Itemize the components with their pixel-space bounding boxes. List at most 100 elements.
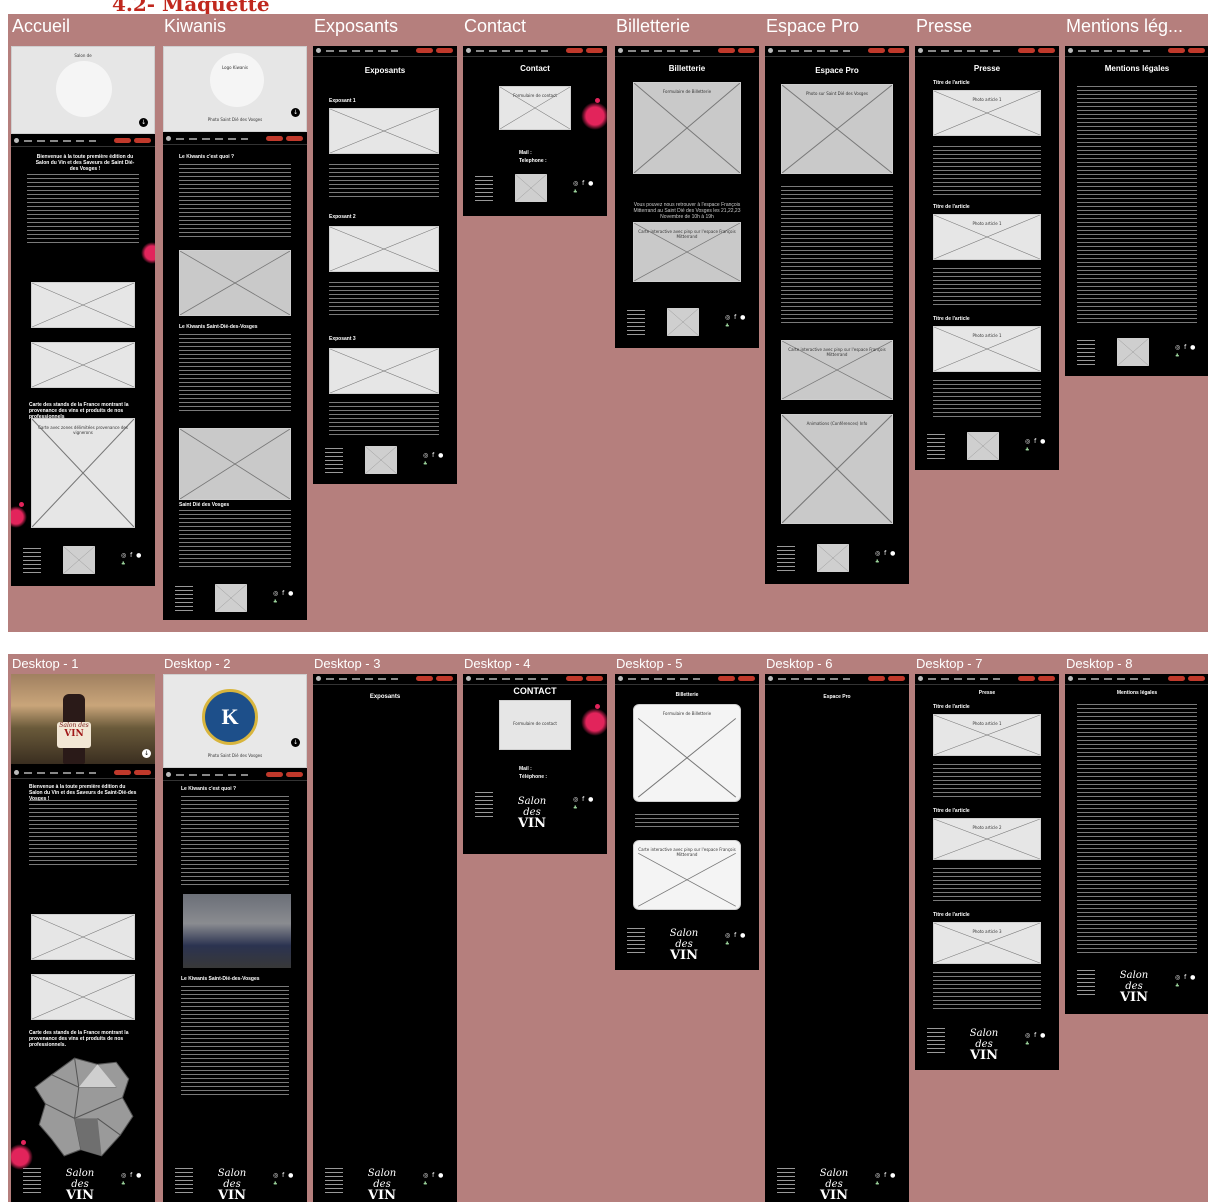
footer: Salon des VIN ◎ f ● ♣ [463,790,607,840]
frame-label: Presse [916,16,973,36]
ticket-icon[interactable]: ♣ [273,1181,277,1187]
body-text [933,268,1041,308]
social-icons[interactable]: ◎ f ● [1175,344,1196,351]
navbar [463,674,607,685]
contact-form-placeholder[interactable]: Formulaire de contact [499,700,571,750]
frame-label: Espace Pro [766,16,860,36]
hero-photo: Salon des VIN ↓ [11,674,155,764]
social-icons[interactable]: ◎ f ● [121,1172,142,1179]
frame-label: Desktop - 3 [314,656,381,671]
salon-logo: Salon des VIN [969,1028,999,1063]
body-text [179,510,291,570]
scroll-down-icon[interactable]: ↓ [291,108,300,117]
social-icons[interactable]: ◎ f ● [121,552,142,559]
social-icons[interactable]: ◎ f ● [1175,974,1196,981]
salon-logo: Salon des VIN [217,1168,247,1202]
social-icons[interactable]: ◎ f ● [875,550,896,557]
ticket-icon[interactable]: ♣ [725,941,729,947]
hero-placeholder: Photo sur Saint Dié des Vosges [781,84,893,174]
intro-text [27,174,139,244]
ticket-icon[interactable]: ♣ [121,561,125,567]
body-text [179,164,291,240]
social-icons[interactable]: ◎ f ● [423,1172,444,1179]
ticket-form-placeholder[interactable]: Formulaire de Billetterie [633,704,741,802]
france-map[interactable] [33,1054,137,1162]
page-title: 4.2- Maquette [112,0,270,16]
map-placeholder[interactable]: Carte interactive avec pinp sur l'espace… [633,840,741,910]
social-icons[interactable]: ◎ f ● [875,1172,896,1179]
frame-label: Accueil [12,16,71,36]
social-icons[interactable]: ◎ f ● [273,590,294,597]
hero-area: K Photo Saint Dié des Vosges ↓ [163,674,307,768]
navbar [615,674,759,685]
ticket-icon[interactable]: ♣ [423,461,427,467]
mail-label: Mail : [519,766,532,772]
ticket-form-placeholder[interactable]: Formulaire de Billetterie [633,82,741,174]
section-heading: Le Kiwanis Saint-Dié-des-Vosges [181,976,260,982]
frame-heading: Billetterie [675,692,699,698]
mail-label: Mail : [519,150,532,156]
intro-heading: Bienvenue à la toute première édition du… [35,154,135,172]
article-title: Titre de l'article [933,808,970,814]
image-placeholder [329,348,439,394]
contact-form-placeholder[interactable]: Formulaire de contact [499,86,571,130]
frame-label: Desktop - 8 [1066,656,1133,671]
ticket-icon[interactable]: ♣ [875,559,879,565]
footer: ◎ f ● ♣ [163,583,307,618]
social-icons[interactable]: ◎ f ● [273,1172,294,1179]
frame-label: Desktop - 4 [464,656,531,671]
ticket-icon[interactable]: ♣ [121,1181,125,1187]
ticket-icon[interactable]: ♣ [875,1181,879,1187]
scroll-down-icon[interactable]: ↓ [142,749,151,758]
logo-placeholder [514,173,548,203]
image-placeholder [329,108,439,154]
frame-heading: Mentions légales [1116,690,1158,696]
exposants-frame: Exposants Exposant 1 Exposant 2 Exposant… [313,46,457,484]
ticket-icon[interactable]: ♣ [573,189,577,195]
map-placeholder[interactable]: Carte interactive avec pinp sur l'espace… [633,222,741,282]
legal-text [1077,704,1197,954]
desktop-2-frame: K Photo Saint Dié des Vosges ↓ Le Kiwani… [163,674,307,1202]
phone-label: Telephone : [519,158,547,164]
hero-placeholder: Logo Kiwanis Photo Saint Dié des Vosges … [163,46,307,132]
wine-splash-decoration [581,704,607,736]
ticket-icon[interactable]: ♣ [1025,1041,1029,1047]
section-heading: Saint Dié des Vosges [179,502,230,508]
navbar [463,46,607,57]
footer: ◎ f ● ♣ [313,445,457,480]
salon-logo: Salon des VIN [65,1168,95,1202]
social-icons[interactable]: ◎ f ● [725,314,746,321]
salon-logo: Salon des VIN [517,796,547,831]
map-placeholder[interactable]: Carte interactive avec pinp sur l'espace… [781,340,893,400]
frame-heading: Presse [973,64,1001,73]
frame-heading: Espace Pro [815,66,859,75]
social-icons[interactable]: ◎ f ● [725,932,746,939]
social-icons[interactable]: ◎ f ● [573,180,594,187]
ticket-icon[interactable]: ♣ [423,1181,427,1187]
phone-label: Téléphone : [519,774,548,780]
ticket-icon[interactable]: ♣ [273,599,277,605]
social-icons[interactable]: ◎ f ● [1025,1032,1046,1039]
salon-logo: Salon des VIN [1119,970,1149,1005]
navbar [313,674,457,685]
scroll-down-icon[interactable]: ↓ [291,738,300,747]
presse-frame: Presse Titre de l'article Photo article … [915,46,1059,470]
article-title: Titre de l'article [933,912,970,918]
scroll-down-icon[interactable]: ↓ [139,118,148,127]
social-icons[interactable]: ◎ f ● [1025,438,1046,445]
ticket-icon[interactable]: ♣ [1175,353,1179,359]
ticket-icon[interactable]: ♣ [1025,447,1029,453]
ticket-icon[interactable]: ♣ [725,323,729,329]
footer: Salon des VIN ◎ f ● ♣ [615,926,759,966]
body-text [329,282,439,318]
logo-placeholder [966,431,1000,461]
social-icons[interactable]: ◎ f ● [423,452,444,459]
salon-logo-label: Salon des VIN [57,722,91,748]
body-text [933,380,1041,420]
ticket-icon[interactable]: ♣ [1175,983,1179,989]
espace-pro-frame: Espace Pro Photo sur Saint Dié des Vosge… [765,46,909,584]
desktop-8-frame: Mentions légales Salon des VIN ◎ f ● ♣ [1065,674,1208,1014]
section-heading: Le Kiwanis c'est quoi ? [181,786,237,792]
social-icons[interactable]: ◎ f ● [573,796,594,803]
ticket-icon[interactable]: ♣ [573,805,577,811]
